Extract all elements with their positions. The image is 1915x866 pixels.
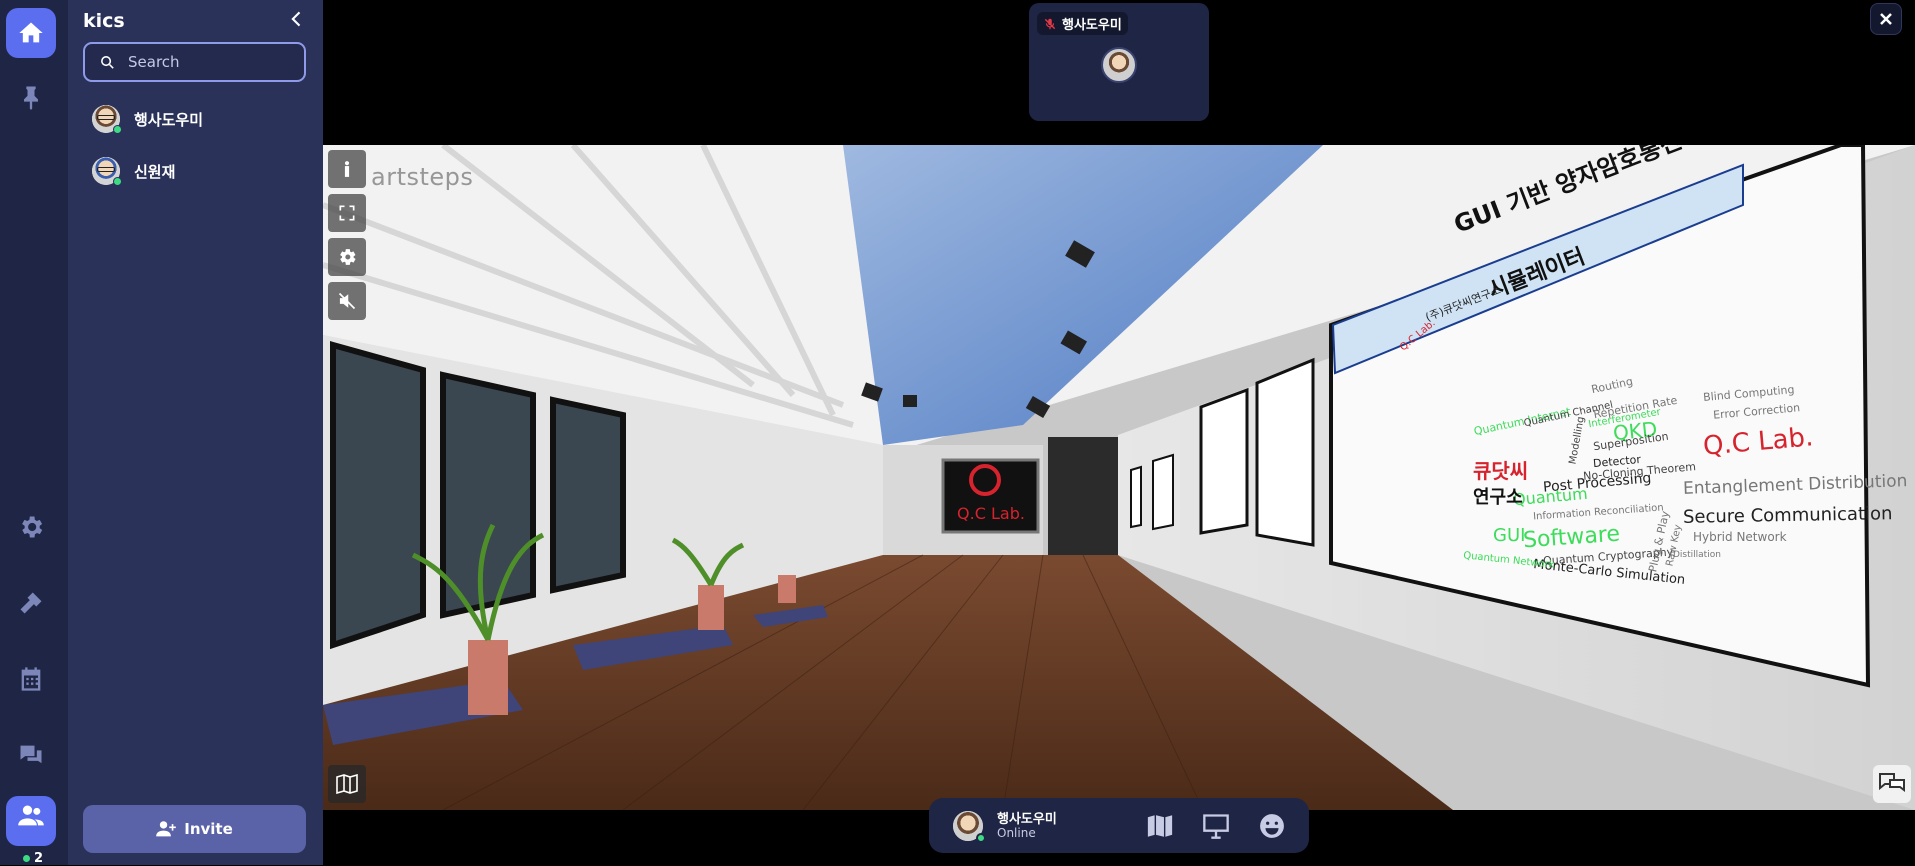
- online-indicator: [976, 833, 986, 843]
- search-icon: [101, 55, 114, 69]
- collapse-panel-button[interactable]: [284, 6, 310, 32]
- self-avatar[interactable]: [953, 811, 986, 843]
- invite-label: Invite: [184, 820, 233, 838]
- calendar-button[interactable]: [6, 654, 56, 704]
- scene-chat-button[interactable]: [1873, 765, 1911, 803]
- user-row[interactable]: 행사도우미: [92, 103, 203, 135]
- settings-button[interactable]: [6, 502, 56, 552]
- chat-button[interactable]: [6, 730, 56, 780]
- search-input[interactable]: [128, 53, 298, 71]
- info-icon: [344, 161, 350, 177]
- gallery-3d-view[interactable]: Q.C Lab. GUI 기반 양자암호통신 시뮬레이터 (주)큐닷씨연구소 Q…: [323, 145, 1915, 810]
- self-name: 행사도우미: [997, 812, 1057, 827]
- user-name: 행사도우미: [134, 110, 204, 129]
- map-icon: [336, 774, 358, 794]
- speaker-tile[interactable]: 행사도우미: [1029, 3, 1209, 121]
- speaker-label: 행사도우미: [1037, 12, 1128, 35]
- pin-button[interactable]: [6, 72, 56, 122]
- online-indicator: [113, 177, 122, 186]
- online-count: 2: [23, 851, 43, 866]
- pin-icon: [24, 86, 38, 110]
- mic-muted-icon: [1044, 18, 1056, 29]
- scene-toolbar: [328, 150, 366, 326]
- add-user-icon: [156, 821, 177, 837]
- online-dot: [23, 855, 30, 862]
- build-button[interactable]: [6, 578, 56, 628]
- people-icon: [18, 805, 44, 826]
- hammer-icon: [20, 592, 42, 614]
- gear-icon: [22, 516, 43, 538]
- info-button[interactable]: [328, 150, 366, 188]
- word-gui: GUI: [1493, 525, 1526, 546]
- word-secure: Secure Communication: [1682, 503, 1893, 528]
- online-count-value: 2: [34, 851, 44, 866]
- speaker-muted-icon: [338, 292, 356, 310]
- screen-share-button[interactable]: [1201, 811, 1231, 841]
- monitor-icon: [1203, 814, 1229, 839]
- word-distillation: Distillation: [1673, 550, 1721, 560]
- avatar: [92, 157, 122, 186]
- word-qcdot: 큐닷씨: [1473, 459, 1529, 483]
- map-button[interactable]: [1145, 811, 1175, 841]
- speaker-avatar: [1101, 47, 1137, 83]
- nav-rail: 2: [0, 0, 68, 866]
- people-button[interactable]: 2: [6, 796, 56, 866]
- gear-icon: [340, 249, 356, 265]
- word-quantum: Quantum: [1512, 483, 1589, 510]
- fullscreen-button[interactable]: [328, 194, 366, 232]
- word-software: Software: [1522, 521, 1621, 554]
- word-hybrid: Hybrid Network: [1693, 530, 1787, 544]
- mute-button[interactable]: [328, 282, 366, 320]
- panel-title: kics: [83, 10, 125, 32]
- close-icon: [1880, 13, 1892, 25]
- online-indicator: [113, 125, 122, 134]
- user-row[interactable]: 신원재: [92, 155, 175, 187]
- scene-settings-button[interactable]: [328, 238, 366, 276]
- floor-map-button[interactable]: [328, 765, 366, 803]
- word-network: Quantum Network: [1462, 550, 1555, 571]
- close-button[interactable]: [1870, 3, 1902, 35]
- word-lab: 연구소: [1473, 487, 1523, 508]
- self-status: Online: [997, 826, 1036, 840]
- artsteps-watermark: artsteps: [371, 163, 474, 191]
- fullscreen-icon: [339, 205, 355, 221]
- chevron-left-icon: [291, 11, 301, 27]
- word-logo: Q.C Lab.: [1701, 422, 1815, 462]
- invite-button[interactable]: Invite: [83, 805, 306, 853]
- smile-icon: [1260, 814, 1284, 838]
- word-entanglement: Entanglement Distribution: [1682, 471, 1908, 499]
- svg-text:Q.C Lab.: Q.C Lab.: [957, 504, 1025, 523]
- chat-bubbles-icon: [20, 745, 42, 764]
- bottom-dock: 행사도우미 Online: [929, 798, 1309, 853]
- chat-bubbles-icon: [1879, 773, 1905, 792]
- home-button[interactable]: [6, 8, 56, 58]
- calendar-icon: [21, 667, 41, 691]
- search-box: [83, 42, 306, 82]
- word-modelling: Modelling: [1567, 415, 1587, 466]
- word-cloud: Q.C Lab. QKD Software Entanglement Distr…: [1413, 375, 1913, 715]
- home-icon: [19, 22, 43, 43]
- emoji-button[interactable]: [1257, 811, 1287, 841]
- people-panel: kics 행사도우미 신원재 Invite: [68, 0, 323, 865]
- speaker-name: 행사도우미: [1062, 18, 1122, 33]
- user-name: 신원재: [134, 162, 176, 181]
- avatar: [92, 105, 122, 134]
- map-icon: [1146, 813, 1174, 839]
